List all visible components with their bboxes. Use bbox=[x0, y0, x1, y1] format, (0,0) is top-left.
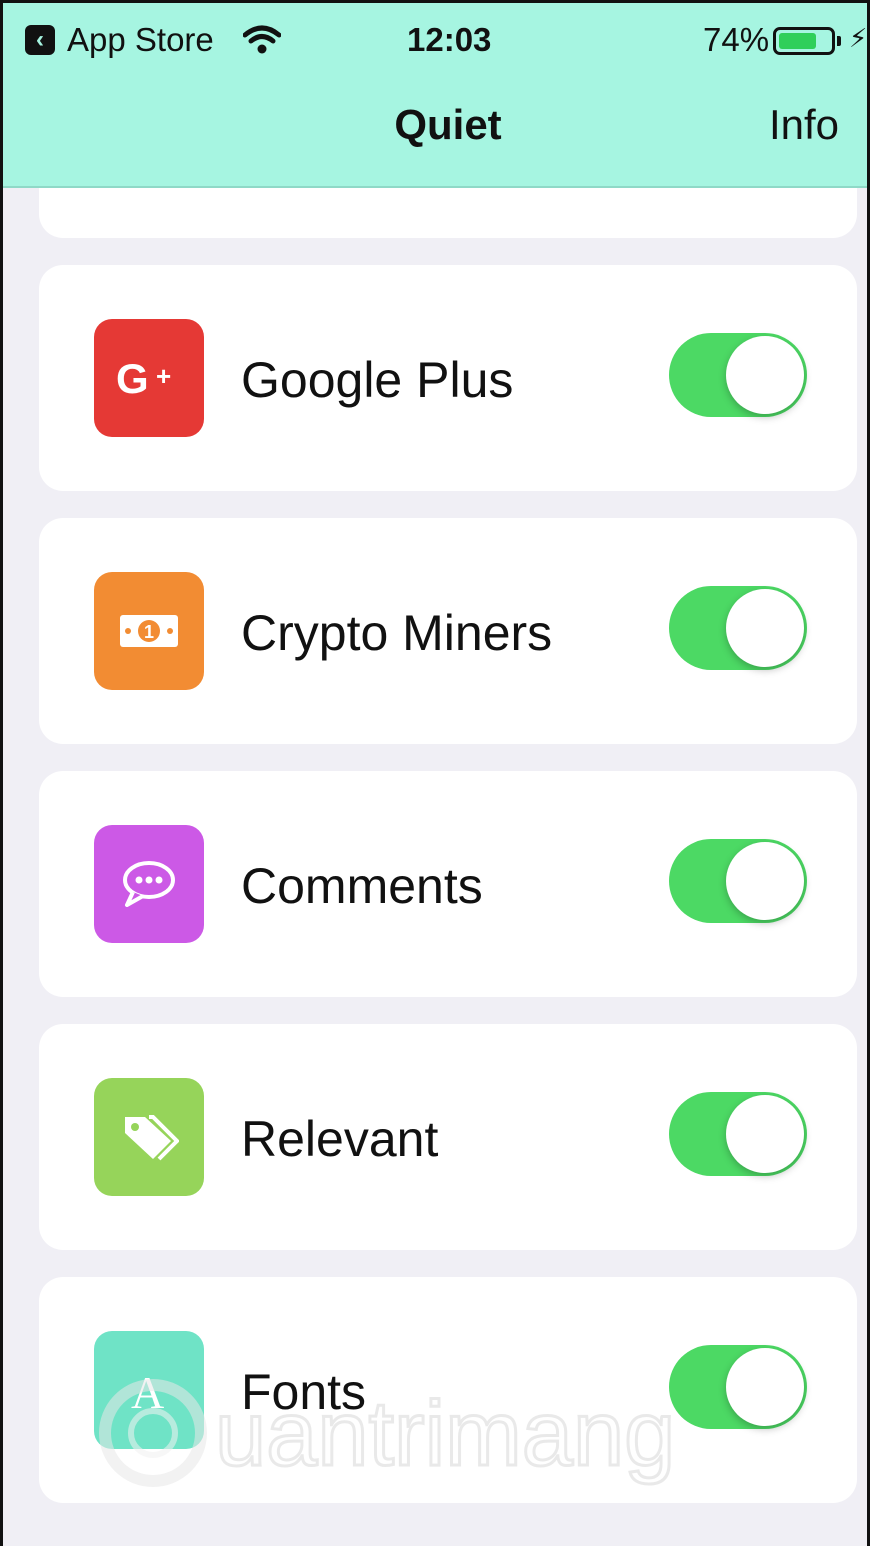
chat-bubble-icon bbox=[94, 825, 204, 943]
relevant-toggle[interactable] bbox=[669, 1092, 807, 1176]
back-app-label[interactable]: App Store bbox=[67, 21, 214, 59]
battery-icon bbox=[773, 27, 835, 55]
money-bill-icon: 1 bbox=[94, 572, 204, 690]
phone-screen: ‹ App Store 12:03 74% ⚡ Quiet Info G + G… bbox=[0, 0, 870, 1546]
clock: 12:03 bbox=[407, 21, 492, 58]
svg-text:1: 1 bbox=[144, 622, 154, 642]
item-label: Google Plus bbox=[241, 352, 514, 408]
item-label: Comments bbox=[241, 858, 483, 914]
page-title: Quiet bbox=[394, 101, 502, 148]
item-label: Fonts bbox=[241, 1364, 367, 1420]
list-item-google-plus: G + Google Plus bbox=[39, 265, 857, 491]
google-plus-icon: G + bbox=[94, 319, 204, 437]
toggle-knob bbox=[726, 1348, 804, 1426]
toggle-knob bbox=[726, 1095, 804, 1173]
back-to-app-icon[interactable]: ‹ bbox=[25, 25, 55, 55]
tag-icon bbox=[94, 1078, 204, 1196]
google-plus-toggle[interactable] bbox=[669, 333, 807, 417]
toggle-knob bbox=[726, 336, 804, 414]
fonts-toggle[interactable] bbox=[669, 1345, 807, 1429]
battery-cap bbox=[837, 36, 841, 46]
svg-text:G: G bbox=[116, 355, 149, 402]
info-button[interactable]: Info bbox=[769, 101, 839, 149]
crypto-miners-toggle[interactable] bbox=[669, 586, 807, 670]
toggle-knob bbox=[726, 589, 804, 667]
font-icon: A bbox=[94, 1331, 204, 1449]
list-item-comments: Comments bbox=[39, 771, 857, 997]
toggle-knob bbox=[726, 842, 804, 920]
list-item-crypto-miners: 1 Crypto Miners bbox=[39, 518, 857, 744]
item-label: Crypto Miners bbox=[241, 605, 553, 661]
item-label: Relevant bbox=[241, 1111, 439, 1167]
battery-fill bbox=[779, 33, 816, 49]
svg-text:+: + bbox=[156, 361, 171, 391]
list-item-fonts: A Fonts bbox=[39, 1277, 857, 1503]
status-bar: ‹ App Store 12:03 74% ⚡ bbox=[3, 3, 868, 79]
nav-header: ‹ App Store 12:03 74% ⚡ Quiet Info bbox=[3, 3, 868, 188]
charging-icon: ⚡ bbox=[849, 23, 868, 53]
svg-text:A: A bbox=[131, 1367, 164, 1418]
comments-toggle[interactable] bbox=[669, 839, 807, 923]
list-item-relevant: Relevant bbox=[39, 1024, 857, 1250]
wifi-icon bbox=[243, 25, 281, 54]
battery-percent: 74% bbox=[703, 21, 770, 58]
